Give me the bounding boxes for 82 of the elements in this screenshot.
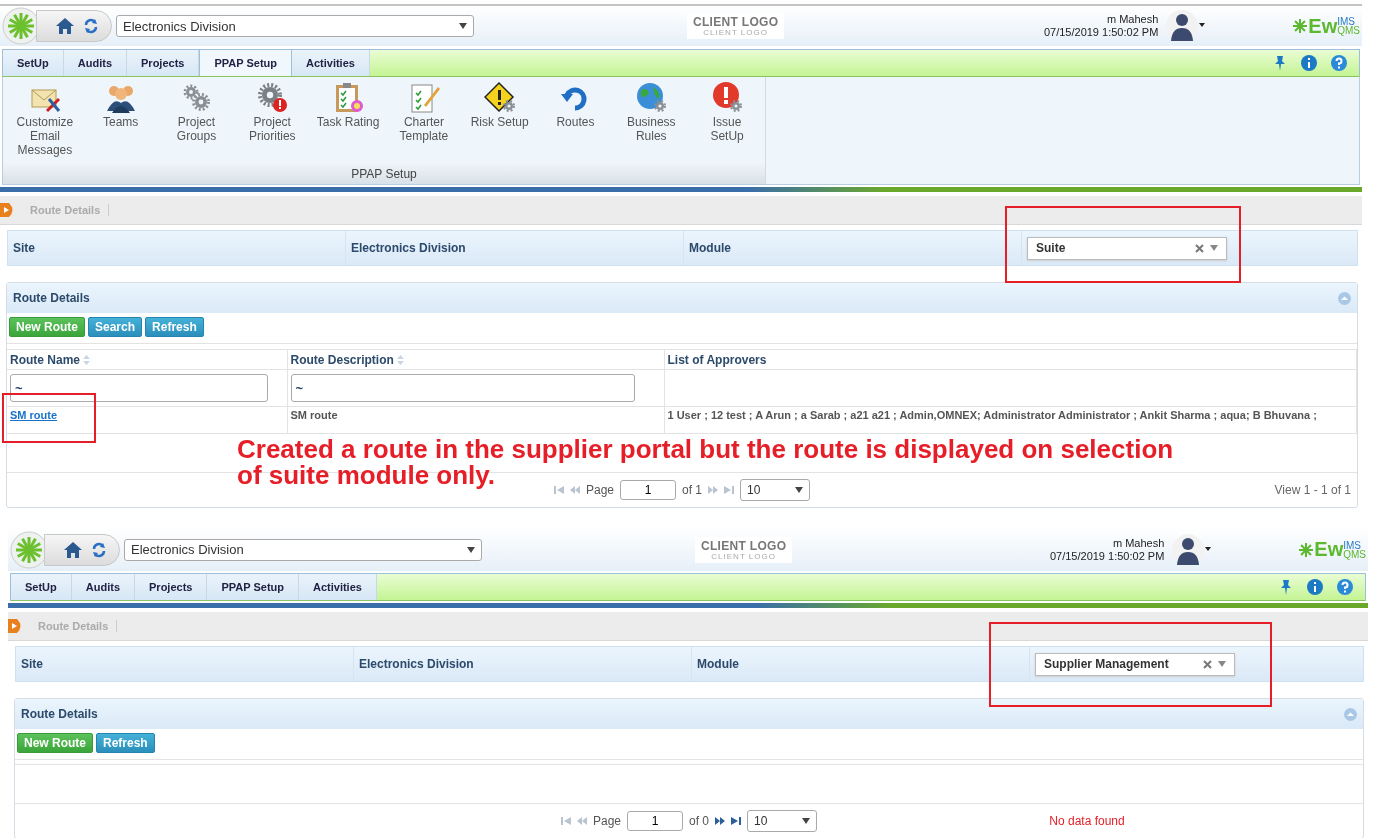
site-select[interactable]: Electronics Division: [124, 538, 482, 561]
pin-icon[interactable]: [1279, 579, 1293, 595]
panel-title: Route Details: [13, 291, 90, 305]
tab[interactable]: PPAP Setup: [199, 49, 292, 76]
clear-icon[interactable]: [1203, 659, 1212, 669]
clear-icon[interactable]: [1195, 243, 1204, 253]
table-cell: 1 User ; 12 test ; A Arun ; a Sarab ; a21 a21 ; Admin,OMNEX; Administrator Administrator ; Ankit Sharma ; aqua; B Bhuvana ;: [667, 409, 1317, 421]
tab[interactable]: SetUp: [11, 574, 72, 600]
page-count: of 0: [689, 814, 709, 828]
module-label: Module: [689, 241, 731, 255]
site-label: Site: [13, 241, 35, 255]
caret-icon: [795, 487, 803, 493]
page-size-select[interactable]: 10: [740, 479, 810, 501]
pager-status: View 1 - 1 of 1: [1274, 483, 1352, 497]
user-name: m Mahesh: [1106, 13, 1159, 26]
filter-field[interactable]: ~: [10, 374, 268, 402]
caret-icon: [802, 818, 810, 824]
page-label: Page: [592, 814, 621, 828]
alert-icon: [711, 81, 744, 113]
ribbon-item[interactable]: Customize Email Messages: [7, 77, 83, 164]
info-icon[interactable]: [1307, 579, 1323, 595]
site-value: Electronics Division: [359, 657, 474, 671]
next-page-icon[interactable]: [715, 817, 725, 825]
caret-icon: [1210, 245, 1218, 251]
caret-icon: [467, 546, 475, 553]
module-label: Module: [697, 657, 739, 671]
page-size-select[interactable]: 10: [747, 810, 817, 832]
caret-icon: [1218, 661, 1226, 667]
date-time: 07/15/2019 1:50:02 PM: [1043, 26, 1159, 39]
column-header[interactable]: List of Approvers: [667, 352, 767, 367]
globe-icon: [635, 81, 668, 113]
tab[interactable]: PPAP Setup: [207, 574, 299, 600]
user-name: m Mahesh: [1112, 536, 1165, 550]
ribbon-item[interactable]: Risk Setup: [461, 77, 538, 164]
module-select[interactable]: Suite: [1027, 236, 1227, 260]
tab[interactable]: Projects: [135, 574, 208, 600]
user-avatar-icon[interactable]: [1172, 532, 1213, 567]
ribbon-item[interactable]: Charter Template: [386, 77, 462, 164]
page-field[interactable]: 1: [620, 480, 676, 500]
client-logo: CLIENT LOGO CLIENT LOGO: [695, 536, 793, 563]
home-icon[interactable]: [63, 540, 83, 559]
warning-icon: [483, 81, 516, 113]
panel-title: Route Details: [21, 707, 98, 721]
ribbon-item[interactable]: Task Rating: [310, 77, 386, 164]
module-select[interactable]: Supplier Management: [1035, 652, 1235, 676]
ribbon-item[interactable]: Routes: [537, 77, 614, 164]
date-time: 07/15/2019 1:50:02 PM: [1049, 549, 1165, 563]
tab[interactable]: Audits: [71, 574, 135, 600]
ribbon-item[interactable]: Project Priorities: [234, 77, 311, 164]
tab[interactable]: Activities: [292, 50, 370, 76]
column-header[interactable]: Route Description: [290, 352, 394, 367]
gear-icon: [256, 81, 289, 113]
tab[interactable]: Projects: [127, 50, 200, 76]
filter-field[interactable]: ~: [290, 374, 635, 402]
route-link[interactable]: SM route: [10, 409, 58, 421]
refresh-icon[interactable]: [83, 18, 99, 34]
tab[interactable]: Audits: [63, 50, 127, 76]
help-icon[interactable]: [1337, 579, 1353, 595]
site-label: Site: [21, 657, 43, 671]
ribbon-item[interactable]: Project Groups: [158, 77, 235, 164]
tab[interactable]: Activities: [299, 574, 377, 600]
home-icon[interactable]: [55, 17, 75, 35]
caret-icon: [459, 23, 467, 29]
client-logo: CLIENT LOGO CLIENT LOGO: [687, 13, 785, 39]
page-field[interactable]: 1: [627, 811, 683, 831]
page-count: of 1: [682, 483, 702, 497]
help-icon[interactable]: [1331, 55, 1347, 71]
table-cell: SM route: [290, 409, 338, 421]
tab[interactable]: SetUp: [3, 50, 64, 76]
refresh-icon[interactable]: [91, 541, 107, 558]
pager-status: No data found: [1049, 814, 1126, 828]
site-select[interactable]: Electronics Division: [116, 15, 474, 37]
info-icon[interactable]: [1301, 55, 1317, 71]
ribbon-item[interactable]: Issue SetUp: [689, 77, 765, 164]
user-avatar-icon[interactable]: [1166, 9, 1207, 43]
pin-icon[interactable]: [1273, 55, 1287, 71]
column-header[interactable]: Route Name: [10, 352, 80, 367]
last-page-icon[interactable]: [731, 817, 741, 825]
ribbon-group-label: PPAP Setup: [3, 164, 765, 184]
ribbon-item[interactable]: Business Rules: [613, 77, 690, 164]
site-value: Electronics Division: [351, 241, 466, 255]
ribbon-item[interactable]: Teams: [82, 77, 159, 164]
